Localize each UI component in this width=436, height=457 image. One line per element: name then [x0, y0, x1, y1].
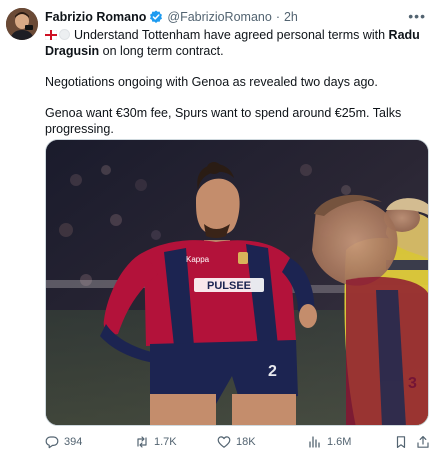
white-circle-icon	[59, 29, 70, 40]
repost-icon	[137, 436, 147, 448]
tweet-header: Fabrizio Romano @FabrizioRomano · 2h	[45, 8, 425, 26]
views-button[interactable]: 1.6M	[308, 433, 351, 451]
tweet-time[interactable]: 2h	[284, 10, 298, 24]
share-icon	[417, 436, 429, 448]
repost-count: 1.7K	[154, 436, 177, 448]
tweet-line2: Negotiations ongoing with Genoa as revea…	[45, 75, 378, 89]
author-handle[interactable]: @FabrizioRomano	[167, 10, 271, 24]
tweet-line3: Genoa want €30m fee, Spurs want to spend…	[45, 106, 402, 136]
reply-count: 394	[64, 436, 83, 448]
verified-badge-icon	[149, 10, 163, 24]
shirt-sponsor: PULSEE	[207, 280, 251, 292]
football-player-photo: PULSEE Kappa 2 3	[46, 140, 428, 425]
tweet-line1-tail: on long term contract.	[99, 44, 224, 58]
views-count: 1.6M	[327, 436, 352, 448]
views-chart-icon	[309, 436, 320, 448]
bookmark-icon	[396, 436, 406, 448]
action-bar: 394 1.7K 18K 1.6M	[45, 433, 430, 451]
tweet-line1-text: Understand Tottenham have agreed persona…	[74, 28, 389, 42]
separator-dot: ·	[275, 10, 280, 24]
avatar[interactable]	[6, 8, 38, 40]
heart-icon	[217, 436, 231, 448]
author-name[interactable]: Fabrizio Romano	[45, 10, 146, 24]
tweet-card[interactable]: Fabrizio Romano @FabrizioRomano · 2h •••…	[0, 0, 436, 457]
like-count: 18K	[236, 436, 256, 448]
shirt-brand: Kappa	[186, 255, 210, 264]
tweet-photo[interactable]: PULSEE Kappa 2 3	[45, 139, 429, 426]
reply-icon	[45, 436, 59, 449]
share-button[interactable]	[416, 433, 435, 451]
like-button[interactable]: 18K	[217, 433, 256, 451]
svg-text:2: 2	[268, 363, 277, 380]
more-icon[interactable]: •••	[408, 9, 426, 23]
reply-button[interactable]: 394	[45, 433, 82, 451]
bookmark-button[interactable]	[394, 433, 413, 451]
england-flag-icon	[44, 28, 58, 41]
repost-button[interactable]: 1.7K	[135, 433, 177, 451]
tweet-text: Understand Tottenham have agreed persona…	[44, 27, 430, 137]
